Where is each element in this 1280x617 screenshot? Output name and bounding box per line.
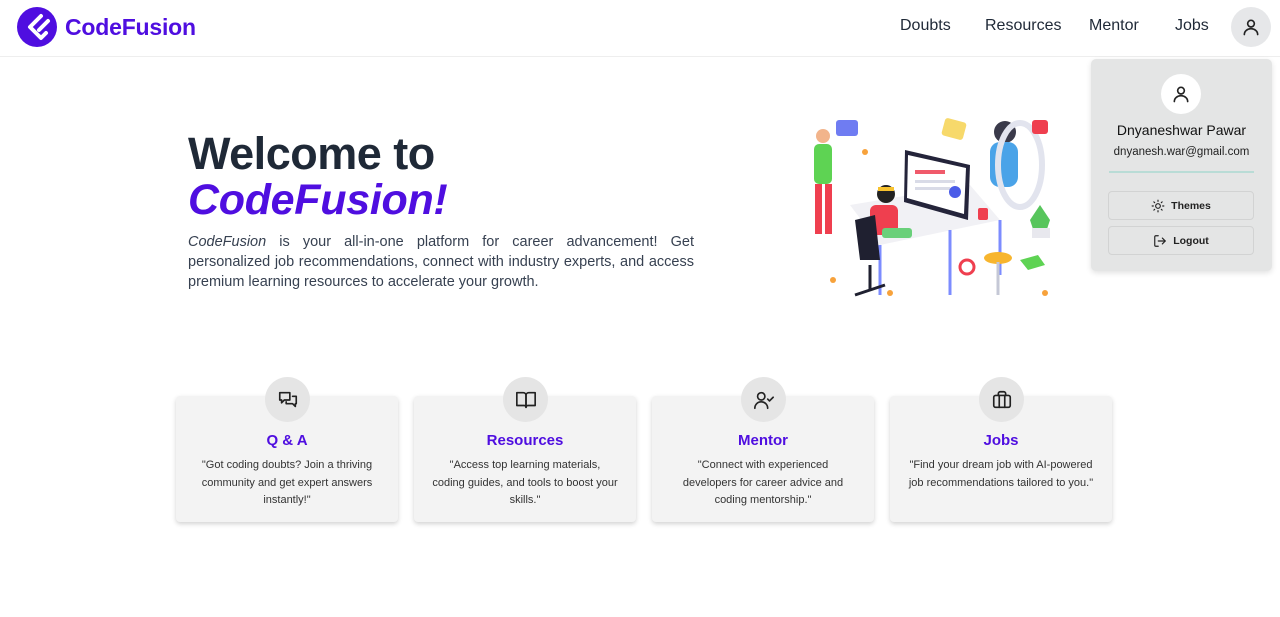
feature-card-title: Jobs: [983, 432, 1019, 449]
user-icon: [1243, 19, 1259, 36]
hero-title: Welcome to: [188, 128, 435, 179]
codefusion-logo-icon: [17, 7, 57, 47]
user-check-icon: [741, 377, 786, 422]
brand-logo[interactable]: CodeFusion: [17, 7, 196, 47]
feature-card-description: "Connect with experienced developers for…: [682, 459, 844, 506]
dropdown-avatar: [1161, 74, 1201, 114]
hero-brand-title: CodeFusion!: [188, 176, 448, 224]
nav-link-jobs[interactable]: Jobs: [1175, 17, 1209, 35]
feature-card-title: Q & A: [266, 432, 308, 449]
feature-card-mentor[interactable]: Mentor "Connect with experienced develop…: [652, 377, 874, 522]
navbar: CodeFusion Doubts Resources Mentor Jobs: [0, 0, 1280, 57]
themes-button[interactable]: Themes: [1108, 191, 1254, 220]
brand-name: CodeFusion: [65, 13, 196, 40]
feature-card-description: "Find your dream job with AI-powered job…: [908, 459, 1094, 489]
feature-card-qa[interactable]: Q & A "Got coding doubts? Join a thrivin…: [176, 377, 398, 522]
user-email: dnyanesh.war@gmail.com: [1113, 146, 1250, 158]
briefcase-icon: [979, 377, 1024, 422]
book-open-icon: [503, 377, 548, 422]
user-name: Dnyaneshwar Pawar: [1116, 122, 1247, 138]
user-icon: [1173, 86, 1189, 103]
nav-link-mentor[interactable]: Mentor: [1089, 17, 1139, 35]
logout-icon: [1154, 234, 1167, 247]
chat-bubbles-icon: [265, 377, 310, 422]
feature-card-jobs[interactable]: Jobs "Find your dream job with AI-powere…: [890, 377, 1112, 522]
feature-card-resources[interactable]: Resources "Access top learning materials…: [414, 377, 636, 522]
user-avatar-button[interactable]: [1231, 7, 1271, 47]
hero-illustration: [814, 118, 1050, 297]
nav-link-doubts[interactable]: Doubts: [900, 17, 951, 35]
feature-card-description: "Access top learning materials, coding g…: [432, 459, 618, 506]
logout-label: Logout: [1173, 234, 1209, 247]
themes-label: Themes: [1171, 199, 1211, 212]
logout-button[interactable]: Logout: [1108, 226, 1254, 255]
hero-description: CodeFusion is your all-in-one platform f…: [188, 232, 694, 292]
sun-icon: [1151, 199, 1165, 212]
hero-description-brand: CodeFusion: [188, 234, 267, 250]
feature-card-title: Resources: [486, 432, 564, 449]
feature-card-title: Mentor: [738, 432, 788, 449]
nav-link-resources[interactable]: Resources: [985, 17, 1061, 35]
user-dropdown-menu: Dnyaneshwar Pawar dnyanesh.war@gmail.com…: [1091, 59, 1272, 271]
feature-card-description: "Got coding doubts? Join a thriving comm…: [201, 459, 373, 506]
dropdown-divider: [1109, 171, 1254, 173]
